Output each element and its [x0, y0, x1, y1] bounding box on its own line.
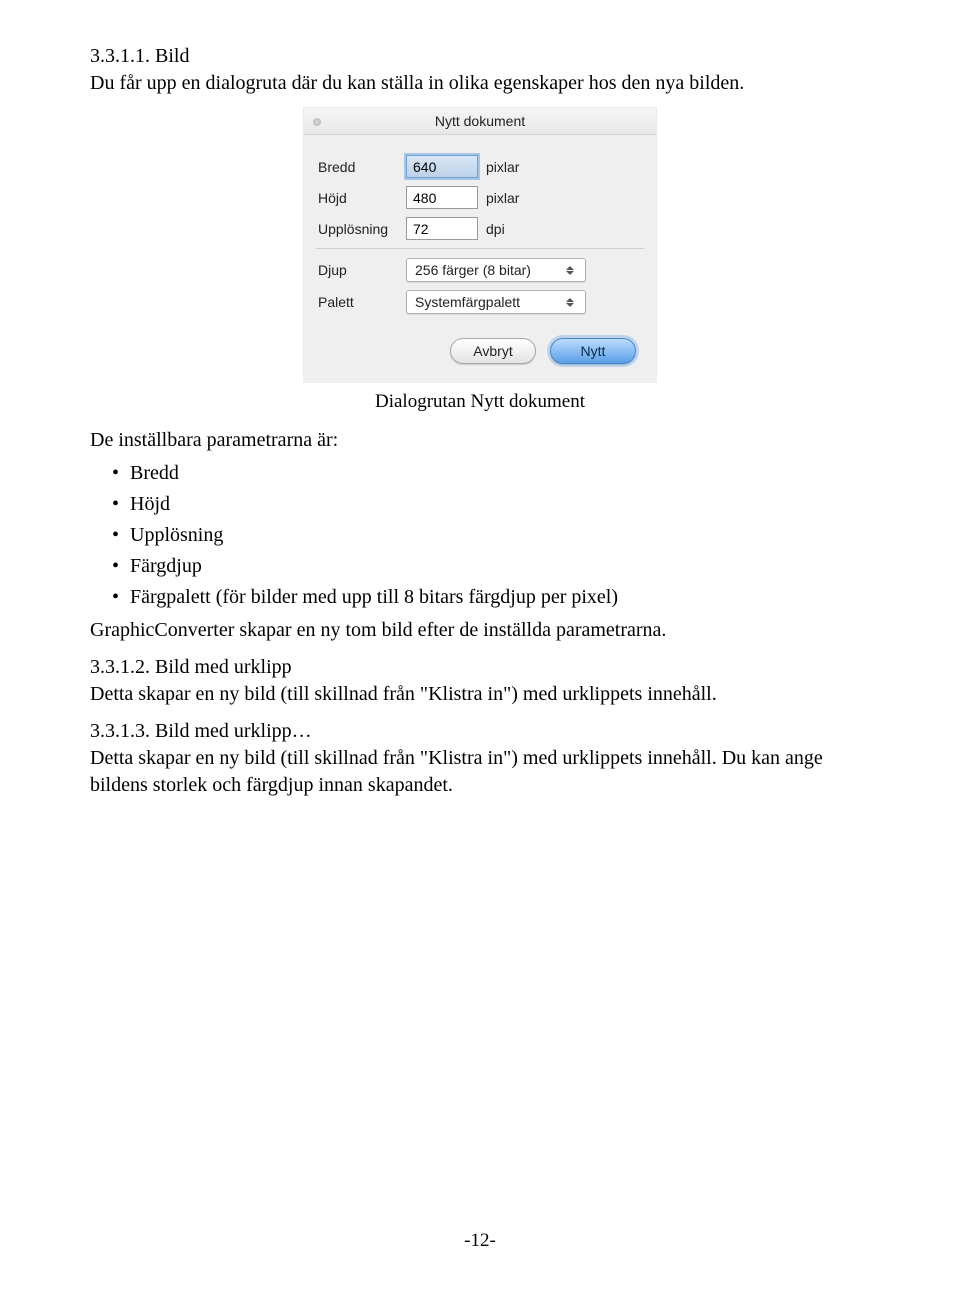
section-body-1: Du får upp en dialogruta där du kan stäl… — [90, 70, 870, 97]
width-label: Bredd — [316, 159, 406, 175]
width-input[interactable] — [406, 155, 478, 178]
new-document-dialog: Nytt dokument Bredd pixlar Höjd pixlar U… — [303, 107, 657, 383]
list-item: Upplösning — [112, 522, 870, 549]
section-body-2: Detta skapar en ny bild (till skillnad f… — [90, 681, 870, 708]
cancel-button[interactable]: Avbryt — [450, 338, 536, 364]
after-bullets-text: GraphicConverter skapar en ny tom bild e… — [90, 617, 870, 644]
depth-label: Djup — [316, 262, 406, 278]
section-heading-1: 3.3.1.1. Bild — [90, 45, 870, 68]
figure-caption: Dialogrutan Nytt dokument — [90, 391, 870, 413]
list-item: Färgpalett (för bilder med upp till 8 bi… — [112, 584, 870, 611]
window-close-indicator — [313, 118, 321, 126]
width-unit: pixlar — [486, 159, 519, 175]
height-unit: pixlar — [486, 190, 519, 206]
resolution-label: Upplösning — [316, 221, 406, 237]
section-body-3: Detta skapar en ny bild (till skillnad f… — [90, 745, 870, 799]
section-heading-3: 3.3.1.3. Bild med urklipp… — [90, 720, 870, 743]
palette-select-value: Systemfärgpalett — [415, 294, 520, 310]
dialog-titlebar: Nytt dokument — [304, 108, 656, 135]
list-item: Höjd — [112, 491, 870, 518]
height-label: Höjd — [316, 190, 406, 206]
list-item: Bredd — [112, 460, 870, 487]
updown-arrows-icon — [563, 292, 577, 312]
depth-select[interactable]: 256 färger (8 bitar) — [406, 258, 586, 282]
palette-select[interactable]: Systemfärgpalett — [406, 290, 586, 314]
section-heading-2: 3.3.1.2. Bild med urklipp — [90, 656, 870, 679]
ok-button[interactable]: Nytt — [550, 338, 636, 364]
list-item: Färgdjup — [112, 553, 870, 580]
divider — [316, 248, 644, 250]
params-list: Bredd Höjd Upplösning Färgdjup Färgpalet… — [112, 460, 870, 611]
params-intro: De inställbara parametrarna är: — [90, 427, 870, 454]
resolution-unit: dpi — [486, 221, 505, 237]
page-number: -12- — [0, 1230, 960, 1252]
updown-arrows-icon — [563, 260, 577, 280]
height-input[interactable] — [406, 186, 478, 209]
depth-select-value: 256 färger (8 bitar) — [415, 262, 531, 278]
resolution-input[interactable] — [406, 217, 478, 240]
dialog-title: Nytt dokument — [435, 113, 525, 129]
palette-label: Palett — [316, 294, 406, 310]
